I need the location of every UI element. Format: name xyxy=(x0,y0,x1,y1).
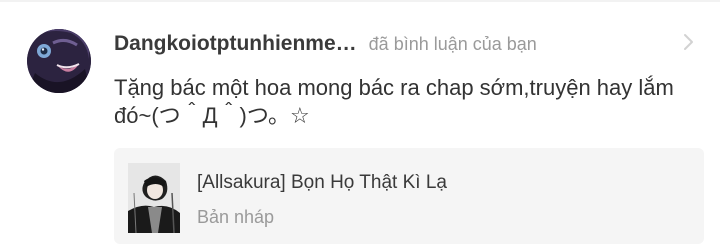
chevron-right-icon[interactable] xyxy=(680,30,698,54)
story-card[interactable]: [Allsakura] Bọn Họ Thật Kì Lạ Bản nháp xyxy=(114,148,704,244)
notification-page: Dangkoiotptunhienme… đã bình luận của bạ… xyxy=(0,0,720,252)
story-title: [Allsakura] Bọn Họ Thật Kì Lạ xyxy=(197,172,447,193)
comment-notification[interactable]: Dangkoiotptunhienme… đã bình luận của bạ… xyxy=(0,2,720,252)
story-status: Bản nháp xyxy=(197,207,275,227)
comment-text: Tặng bác một hoa mong bác ra chap sớm,tr… xyxy=(114,75,674,128)
username[interactable]: Dangkoiotptunhienme… xyxy=(114,32,357,56)
story-cover-image xyxy=(128,163,180,233)
avatar-image xyxy=(27,29,91,93)
user-avatar[interactable] xyxy=(27,29,91,93)
action-text: đã bình luận của bạn xyxy=(368,33,537,54)
notification-header: Dangkoiotptunhienme… đã bình luận của bạ… xyxy=(114,30,537,58)
